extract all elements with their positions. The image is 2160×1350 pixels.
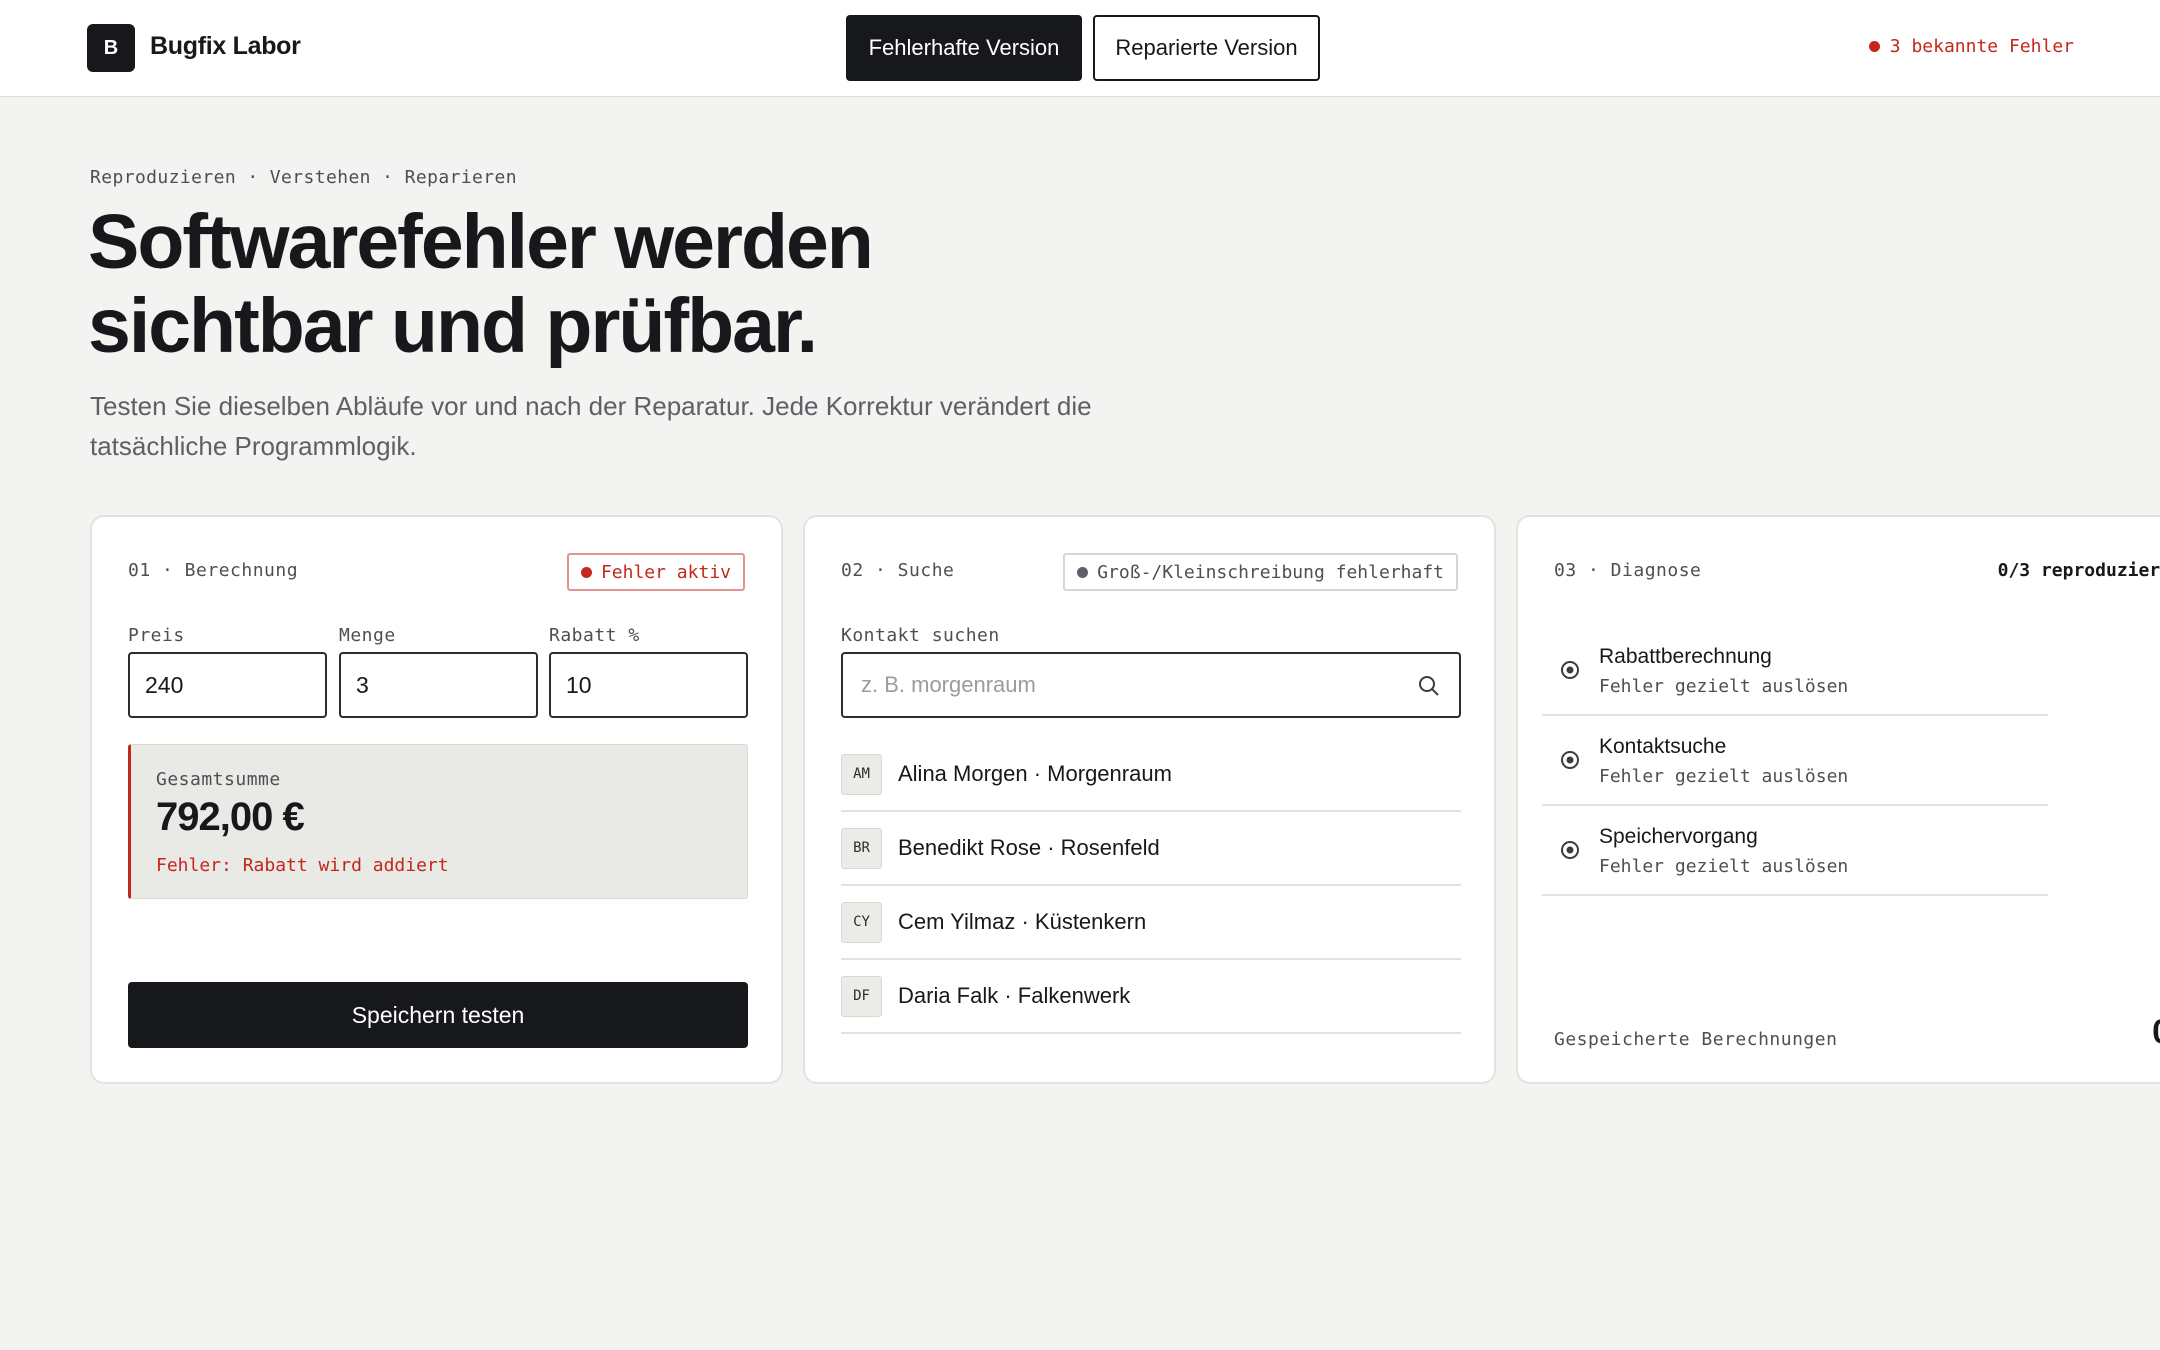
- card-label: 02 · Suche: [841, 560, 955, 581]
- diagnosis-subtitle: Fehler gezielt auslösen: [1599, 766, 1849, 787]
- tab-faulty-version[interactable]: Fehlerhafte Version: [846, 15, 1082, 81]
- avatar: DF: [841, 975, 882, 1017]
- contact-item[interactable]: CY Cem Yilmaz · Küstenkern: [841, 886, 1461, 960]
- diagnosis-list: Rabattberechnung Fehler gezielt auslösen…: [1542, 626, 2048, 896]
- page-title-line-2: sichtbar und prüfbar.: [88, 283, 818, 369]
- known-bugs-label: 3 bekannte Fehler: [1889, 36, 2074, 57]
- avatar: BR: [841, 827, 882, 869]
- quantity-label: Menge: [339, 625, 396, 646]
- badge-label: Fehler aktiv: [600, 561, 731, 583]
- diagnosis-item-discount[interactable]: Rabattberechnung Fehler gezielt auslösen: [1542, 626, 2048, 716]
- search-placeholder: z. B. morgenraum: [861, 672, 1036, 697]
- contact-name: Daria Falk · Falkenwerk: [898, 983, 1131, 1008]
- case-sensitivity-badge: Groß-/Kleinschreibung fehlerhaft: [1063, 553, 1458, 591]
- discount-input[interactable]: 10: [549, 652, 748, 718]
- diagnosis-title: Rabattberechnung: [1599, 645, 1772, 668]
- price-label: Preis: [128, 625, 185, 646]
- diagnosis-item-search[interactable]: Kontaktsuche Fehler gezielt auslösen: [1542, 716, 2048, 806]
- top-bar: B Bugfix Labor Fehlerhafte Version Repar…: [0, 0, 2160, 97]
- contact-item[interactable]: DF Daria Falk · Falkenwerk: [841, 960, 1461, 1034]
- price-input[interactable]: 240: [128, 652, 327, 718]
- error-active-badge: Fehler aktiv: [566, 553, 745, 591]
- status-dot-icon: [1868, 41, 1880, 52]
- search-icon[interactable]: [1417, 674, 1441, 698]
- total-error-message: Fehler: Rabatt wird addiert: [156, 855, 449, 876]
- error-dot-icon: [580, 566, 592, 578]
- target-icon: [1561, 841, 1579, 859]
- status-dot-icon: [1077, 566, 1089, 578]
- total-value: 792,00 €: [156, 795, 305, 839]
- contact-name: Alina Morgen · Morgenraum: [898, 761, 1172, 786]
- save-test-button[interactable]: Speichern testen: [128, 982, 748, 1048]
- target-icon: [1561, 661, 1579, 679]
- total-label: Gesamtsumme: [156, 769, 281, 790]
- lead-text: Testen Sie dieselben Abläufe vor und nac…: [90, 391, 1092, 461]
- badge-label: Groß-/Kleinschreibung fehlerhaft: [1097, 561, 1444, 583]
- page-title-line-1: Softwarefehler werden: [88, 199, 874, 285]
- calculation-card: 01 · Berechnung Fehler aktiv Preis Menge…: [90, 515, 783, 1084]
- search-card: 02 · Suche Groß-/Kleinschreibung fehlerh…: [803, 515, 1496, 1084]
- diagnosis-subtitle: Fehler gezielt auslösen: [1599, 856, 1849, 877]
- app-name: Bugfix Labor: [150, 32, 301, 60]
- logo-mark: B: [87, 24, 135, 72]
- diagnosis-subtitle: Fehler gezielt auslösen: [1599, 676, 1849, 697]
- total-panel: Gesamtsumme 792,00 € Fehler: Rabatt wird…: [128, 744, 748, 899]
- diagnosis-title: Kontaktsuche: [1599, 735, 1727, 758]
- diagnosis-card: 03 · Diagnose 0/3 reproduziert Rabattber…: [1516, 515, 2160, 1084]
- search-field-label: Kontakt suchen: [841, 625, 1000, 646]
- contact-list: AM Alina Morgen · Morgenraum BR Benedikt…: [841, 738, 1461, 1034]
- tab-fixed-version[interactable]: Reparierte Version: [1093, 15, 1320, 81]
- reproduced-count: 0/3 reproduziert: [1997, 560, 2160, 581]
- known-bugs-indicator: 3 bekannte Fehler: [1868, 36, 2074, 57]
- contact-name: Benedikt Rose · Rosenfeld: [898, 835, 1160, 860]
- saved-calculations-label: Gespeicherte Berechnungen: [1554, 1029, 1838, 1050]
- contact-name: Cem Yilmaz · Küstenkern: [898, 909, 1147, 934]
- quantity-input[interactable]: 3: [339, 652, 538, 718]
- card-label: 03 · Diagnose: [1554, 560, 1702, 581]
- avatar: AM: [841, 753, 882, 795]
- target-icon: [1561, 751, 1579, 769]
- card-label: 01 · Berechnung: [128, 560, 299, 581]
- avatar: CY: [841, 901, 882, 943]
- contact-item[interactable]: BR Benedikt Rose · Rosenfeld: [841, 812, 1461, 886]
- discount-label: Rabatt %: [549, 625, 640, 646]
- saved-calculations-count: 0: [2152, 1013, 2160, 1052]
- diagnosis-item-save[interactable]: Speichervorgang Fehler gezielt auslösen: [1542, 806, 2048, 896]
- contact-item[interactable]: AM Alina Morgen · Morgenraum: [841, 738, 1461, 812]
- page-title: Softwarefehler werden sichtbar und prüfb…: [88, 200, 1088, 368]
- eyebrow: Reproduzieren · Verstehen · Reparieren: [90, 167, 518, 188]
- diagnosis-title: Speichervorgang: [1599, 825, 1758, 848]
- contact-search-input[interactable]: z. B. morgenraum: [841, 652, 1461, 718]
